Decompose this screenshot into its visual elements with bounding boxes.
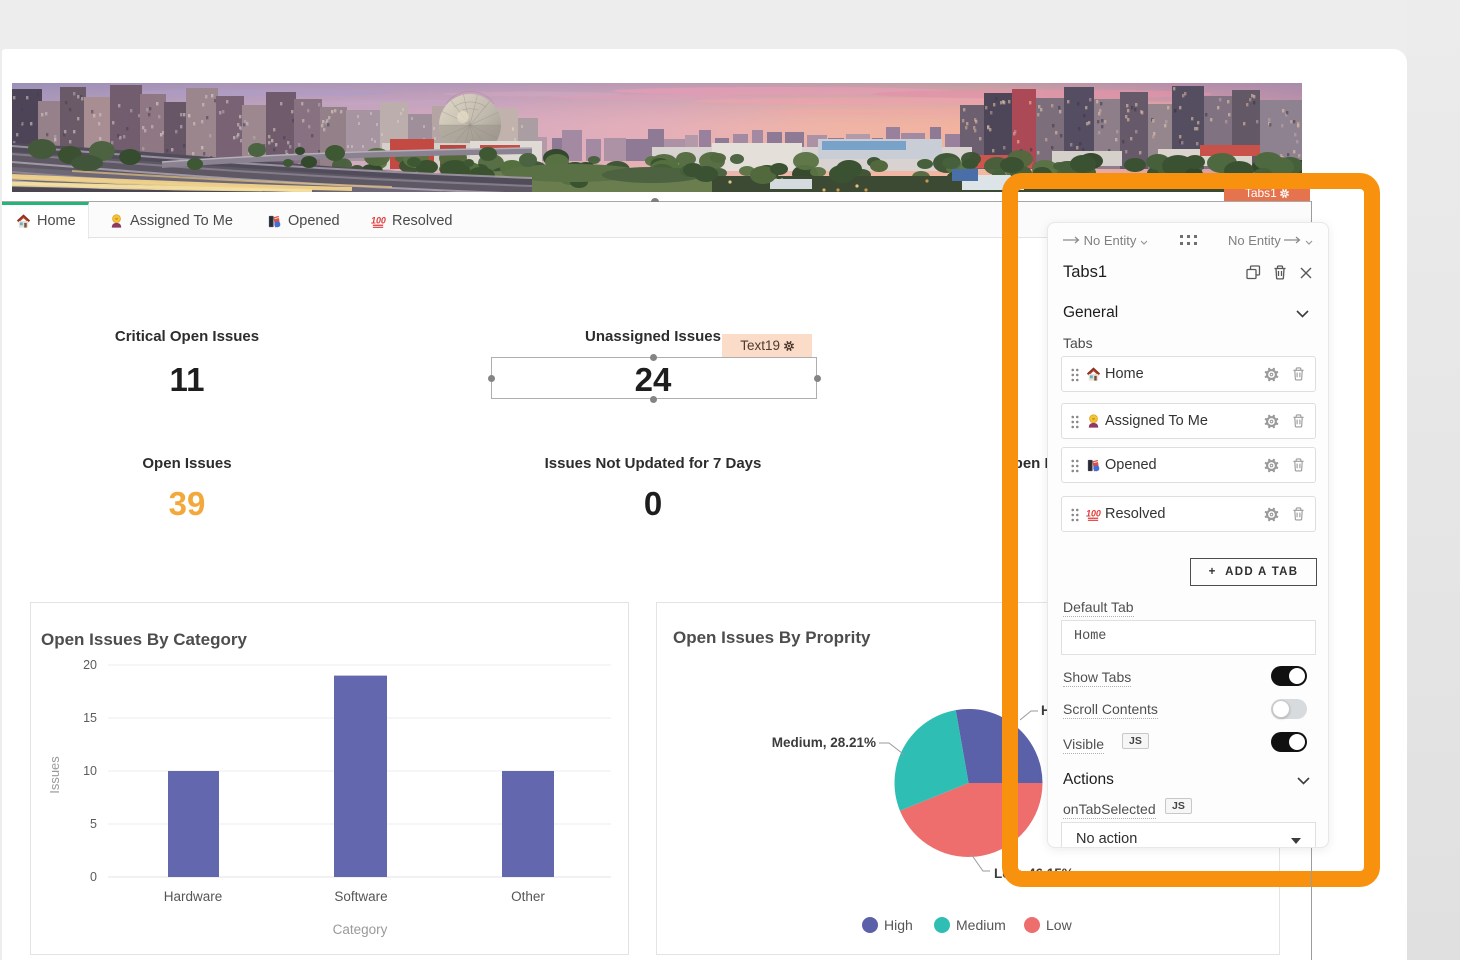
svg-text:20: 20 xyxy=(83,658,97,672)
svg-text:Category: Category xyxy=(333,922,388,937)
svg-text:Issues: Issues xyxy=(47,756,62,794)
svg-text:Open Issues By Proprity: Open Issues By Proprity xyxy=(673,628,871,647)
svg-text:Hardware: Hardware xyxy=(164,889,223,904)
svg-text:15: 15 xyxy=(83,711,97,725)
svg-text:Software: Software xyxy=(334,889,387,904)
svg-text:0: 0 xyxy=(90,870,97,884)
svg-text:High: High xyxy=(884,917,913,933)
svg-text:Medium, 28.21%: Medium, 28.21% xyxy=(772,735,876,750)
svg-text:Other: Other xyxy=(511,889,545,904)
svg-text:Medium: Medium xyxy=(956,917,1006,933)
svg-text:Open Issues By Category: Open Issues By Category xyxy=(41,630,248,649)
svg-text:Low: Low xyxy=(1046,917,1073,933)
svg-text:10: 10 xyxy=(83,764,97,778)
svg-text:5: 5 xyxy=(90,817,97,831)
